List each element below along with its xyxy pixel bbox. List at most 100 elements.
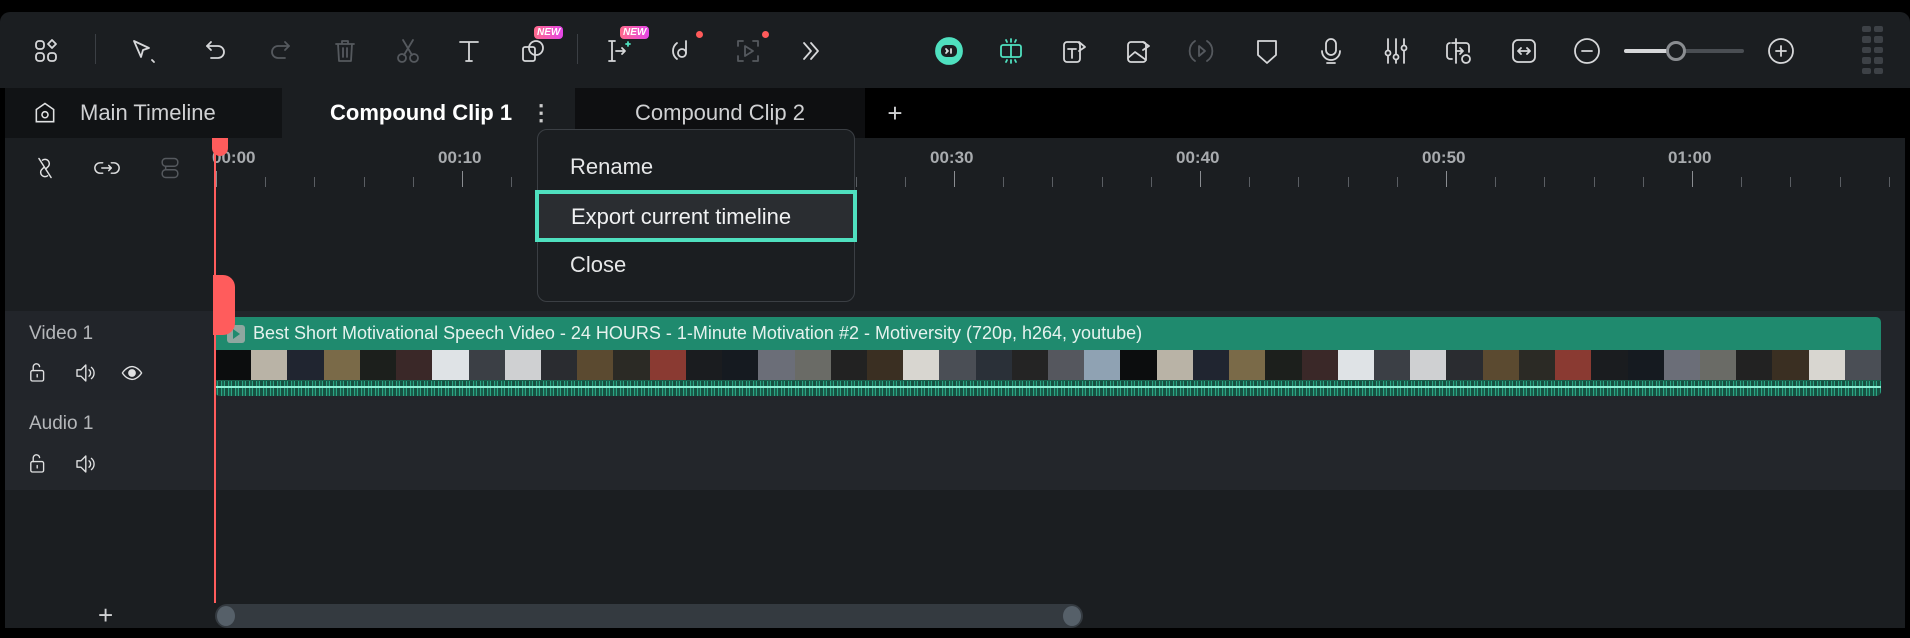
ai-copilot-icon[interactable] — [932, 34, 966, 68]
link-icon[interactable] — [94, 155, 120, 186]
ruler-tick — [1347, 177, 1349, 187]
playhead-marker[interactable] — [213, 275, 235, 335]
thumbnail-frame — [1844, 350, 1881, 380]
menu-item-label: Export current timeline — [571, 204, 792, 229]
thumbnail-frame — [504, 350, 541, 380]
thumbnail-frame — [1555, 350, 1592, 380]
more-options-icon[interactable]: ⋮ — [530, 100, 552, 126]
thumbnail-frame — [287, 350, 324, 380]
select-tool-icon[interactable] — [126, 34, 160, 68]
fit-timeline-icon[interactable] — [1507, 34, 1541, 68]
lock-icon[interactable] — [26, 361, 50, 390]
thumbnail-frame — [1011, 350, 1049, 380]
ruler-tick — [511, 177, 513, 187]
delete-icon[interactable] — [328, 34, 362, 68]
new-badge: NEW — [620, 26, 650, 39]
shape-tool-icon[interactable]: NEW — [516, 26, 564, 68]
unlink-icon[interactable] — [32, 155, 58, 186]
menu-item-rename[interactable]: Rename — [570, 154, 653, 180]
thumbnail-frame — [1772, 350, 1809, 380]
audio-mixer-icon[interactable] — [1379, 34, 1413, 68]
horizontal-scrollbar[interactable] — [215, 604, 1083, 628]
playhead-handle[interactable] — [212, 138, 228, 156]
ruler-tick — [1150, 177, 1152, 187]
thumbnail-frame — [1591, 350, 1628, 380]
ai-audio-icon[interactable] — [665, 31, 703, 68]
tab-compound-clip-1[interactable]: Compound Clip 1 ⋮ — [282, 88, 575, 138]
preview-render-icon[interactable] — [1442, 34, 1476, 68]
home-icon — [35, 102, 55, 123]
ai-transition-icon[interactable]: NEW — [602, 26, 650, 68]
thumbnail-frame — [1265, 350, 1302, 380]
playhead[interactable] — [214, 138, 216, 603]
ruler-tick — [1642, 177, 1644, 187]
thumbnail-frame — [396, 350, 433, 380]
group-icon[interactable] — [157, 155, 183, 186]
redo-icon[interactable] — [263, 34, 297, 68]
thumbnail-frame — [1663, 350, 1700, 380]
ruler-tick — [954, 171, 955, 187]
thumbnail-frame — [1156, 350, 1193, 380]
ruler-label: 00:40 — [1176, 148, 1220, 167]
lock-icon[interactable] — [26, 452, 50, 481]
add-tab-button[interactable]: + — [882, 88, 908, 138]
ruler-tick — [1003, 177, 1005, 187]
thumbnail-frame — [722, 350, 759, 380]
microphone-icon[interactable] — [1314, 34, 1348, 68]
ruler-tick — [1396, 177, 1398, 187]
text-to-video-icon[interactable] — [1057, 34, 1091, 68]
auto-reframe-icon[interactable] — [1184, 34, 1218, 68]
image-to-video-icon[interactable] — [1121, 34, 1155, 68]
undo-icon[interactable] — [199, 34, 233, 68]
video-clip[interactable]: Best Short Motivational Speech Video - 2… — [215, 317, 1881, 396]
layout-icon[interactable] — [29, 34, 63, 68]
visibility-eye-icon[interactable] — [120, 361, 144, 390]
zoom-slider-knob[interactable] — [1666, 41, 1686, 61]
thumbnail-frame — [794, 350, 831, 380]
ruler-label: 00:50 — [1422, 148, 1466, 167]
menu-item-close[interactable]: Close — [570, 252, 626, 278]
thumbnail-frame — [577, 350, 614, 380]
clip-waveform — [215, 380, 1881, 396]
zoom-slider[interactable] — [1624, 41, 1744, 61]
ruler-tick — [1052, 177, 1054, 187]
ruler-tick — [363, 177, 365, 187]
mask-shield-icon[interactable] — [1250, 34, 1284, 68]
zoom-out-icon[interactable] — [1570, 34, 1604, 68]
tab-label: Main Timeline — [80, 100, 216, 125]
audio-track — [5, 400, 1905, 490]
text-tool-icon[interactable] — [453, 34, 487, 68]
volume-icon[interactable] — [73, 452, 97, 481]
thumbnail-frame — [1808, 350, 1845, 380]
clip-header: Best Short Motivational Speech Video - 2… — [215, 317, 1881, 350]
ai-video-icon[interactable] — [731, 31, 769, 68]
panel-drag-handle-icon[interactable] — [1862, 26, 1884, 74]
ruler-tick — [265, 177, 267, 187]
thumbnail-frame — [1446, 350, 1483, 380]
thumbnail-frame — [1518, 350, 1556, 380]
tab-main-timeline[interactable]: Main Timeline — [5, 88, 282, 138]
scrollbar-left-handle[interactable] — [217, 606, 235, 626]
scrollbar-right-handle[interactable] — [1063, 606, 1081, 626]
thumbnail-frame — [1120, 350, 1157, 380]
more-tools-icon[interactable] — [794, 34, 828, 68]
thumbnail-frame — [251, 350, 288, 380]
ruler-tick — [1888, 177, 1890, 187]
zoom-in-icon[interactable] — [1764, 34, 1798, 68]
thumbnail-frame — [939, 350, 976, 380]
clip-thumbnails — [215, 350, 1881, 380]
menu-item-export-current-timeline[interactable]: Export current timeline — [535, 190, 857, 242]
thumbnail-frame — [1627, 350, 1664, 380]
thumbnail-frame — [215, 350, 252, 380]
volume-icon[interactable] — [73, 361, 97, 390]
add-track-button[interactable]: + — [98, 600, 113, 631]
tab-context-menu: Rename Export current timeline Close — [535, 129, 857, 302]
thumbnail-frame — [1699, 350, 1737, 380]
ruler-tick — [855, 177, 857, 187]
thumbnail-frame — [1048, 350, 1085, 380]
ruler-tick — [1544, 177, 1546, 187]
split-scene-icon[interactable] — [994, 34, 1028, 68]
cut-icon[interactable] — [391, 34, 425, 68]
thumbnail-frame — [1229, 350, 1266, 380]
thumbnail-frame — [1482, 350, 1519, 380]
